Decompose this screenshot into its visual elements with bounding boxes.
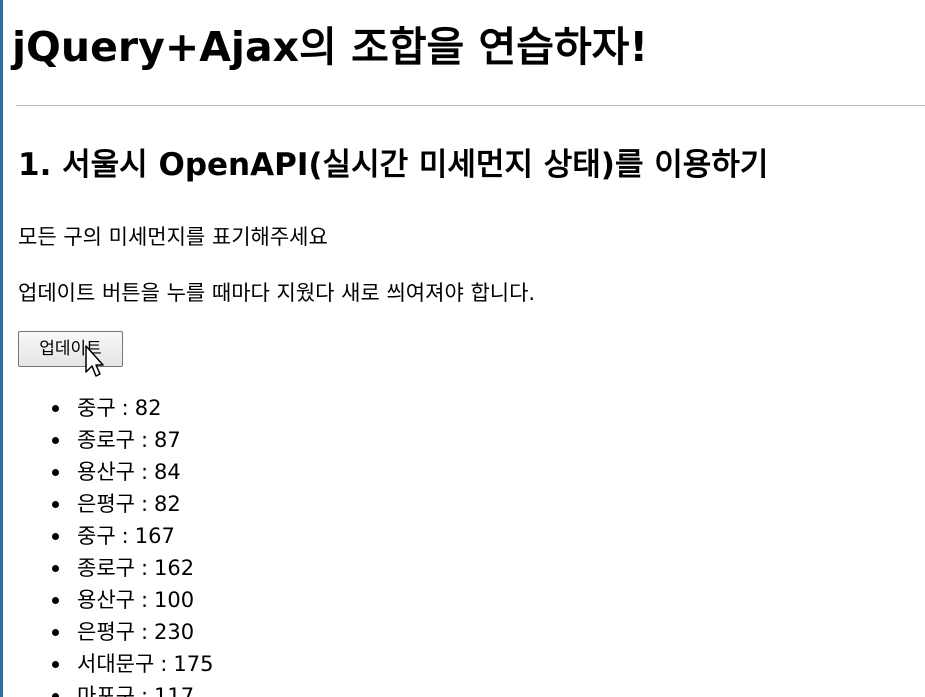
district-name: 마포구 xyxy=(77,684,135,697)
list-item: 서대문구:175 xyxy=(52,648,213,680)
value-separator: : xyxy=(140,684,149,697)
dust-value: 175 xyxy=(173,652,214,676)
bullet-dot xyxy=(52,405,59,412)
bullet-dot xyxy=(52,437,59,444)
dust-value: 100 xyxy=(154,588,195,612)
instruction-refresh: 업데이트 버튼을 누를 때마다 지웠다 새로 씌여져야 합니다. xyxy=(18,281,536,305)
dust-value: 82 xyxy=(154,492,181,516)
list-item: 은평구:82 xyxy=(52,488,213,520)
dust-value: 84 xyxy=(154,460,181,484)
dust-value: 117 xyxy=(154,684,195,697)
dust-value: 167 xyxy=(134,524,175,548)
district-name: 중구 xyxy=(77,396,116,420)
district-name: 용산구 xyxy=(77,460,135,484)
list-item: 용산구:84 xyxy=(52,456,213,488)
dust-value: 162 xyxy=(154,556,195,580)
value-separator: : xyxy=(160,652,168,676)
bullet-dot xyxy=(52,597,59,604)
horizontal-divider xyxy=(16,105,925,106)
value-separator: : xyxy=(140,428,149,452)
bullet-dot xyxy=(52,469,59,476)
list-item: 종로구:162 xyxy=(52,552,213,584)
district-name: 은평구 xyxy=(77,492,135,516)
browser-page: jQuery+Ajax의 조합을 연습하자! 1. 서울시 OpenAPI(실시… xyxy=(0,0,925,697)
bullet-dot xyxy=(52,661,59,668)
list-item: 중구:82 xyxy=(52,392,213,424)
bullet-dot xyxy=(52,629,59,636)
bullet-dot xyxy=(52,533,59,540)
bullet-dot xyxy=(52,565,59,572)
value-separator: : xyxy=(140,588,149,612)
instruction-display-all: 모든 구의 미세먼지를 표기해주세요 xyxy=(18,225,328,249)
district-name: 중구 xyxy=(77,524,116,548)
district-name: 종로구 xyxy=(77,428,135,452)
update-button[interactable]: 업데이트 xyxy=(18,331,123,367)
list-item: 중구:167 xyxy=(52,520,213,552)
district-name: 은평구 xyxy=(77,620,135,644)
list-item: 용산구:100 xyxy=(52,584,213,616)
value-separator: : xyxy=(140,556,149,580)
bullet-dot xyxy=(52,693,59,697)
value-separator: : xyxy=(121,396,129,420)
district-name: 서대문구 xyxy=(77,652,155,676)
list-item: 은평구:230 xyxy=(52,616,213,648)
section-title: 1. 서울시 OpenAPI(실시간 미세먼지 상태)를 이용하기 xyxy=(18,147,769,183)
value-separator: : xyxy=(140,460,149,484)
value-separator: : xyxy=(140,492,149,516)
list-item: 마포구:117 xyxy=(52,680,213,697)
value-separator: : xyxy=(140,620,149,644)
value-separator: : xyxy=(121,524,129,548)
district-name: 종로구 xyxy=(77,556,135,580)
bullet-dot xyxy=(52,501,59,508)
dust-value: 230 xyxy=(154,620,195,644)
dust-value: 87 xyxy=(154,428,181,452)
fine-dust-list: 중구:82 종로구:87 용산구:84 은평구:82 중구:167 종로구:16… xyxy=(52,392,213,697)
list-item: 종로구:87 xyxy=(52,424,213,456)
page-title: jQuery+Ajax의 조합을 연습하자! xyxy=(12,23,649,71)
dust-value: 82 xyxy=(134,396,162,420)
district-name: 용산구 xyxy=(77,588,135,612)
